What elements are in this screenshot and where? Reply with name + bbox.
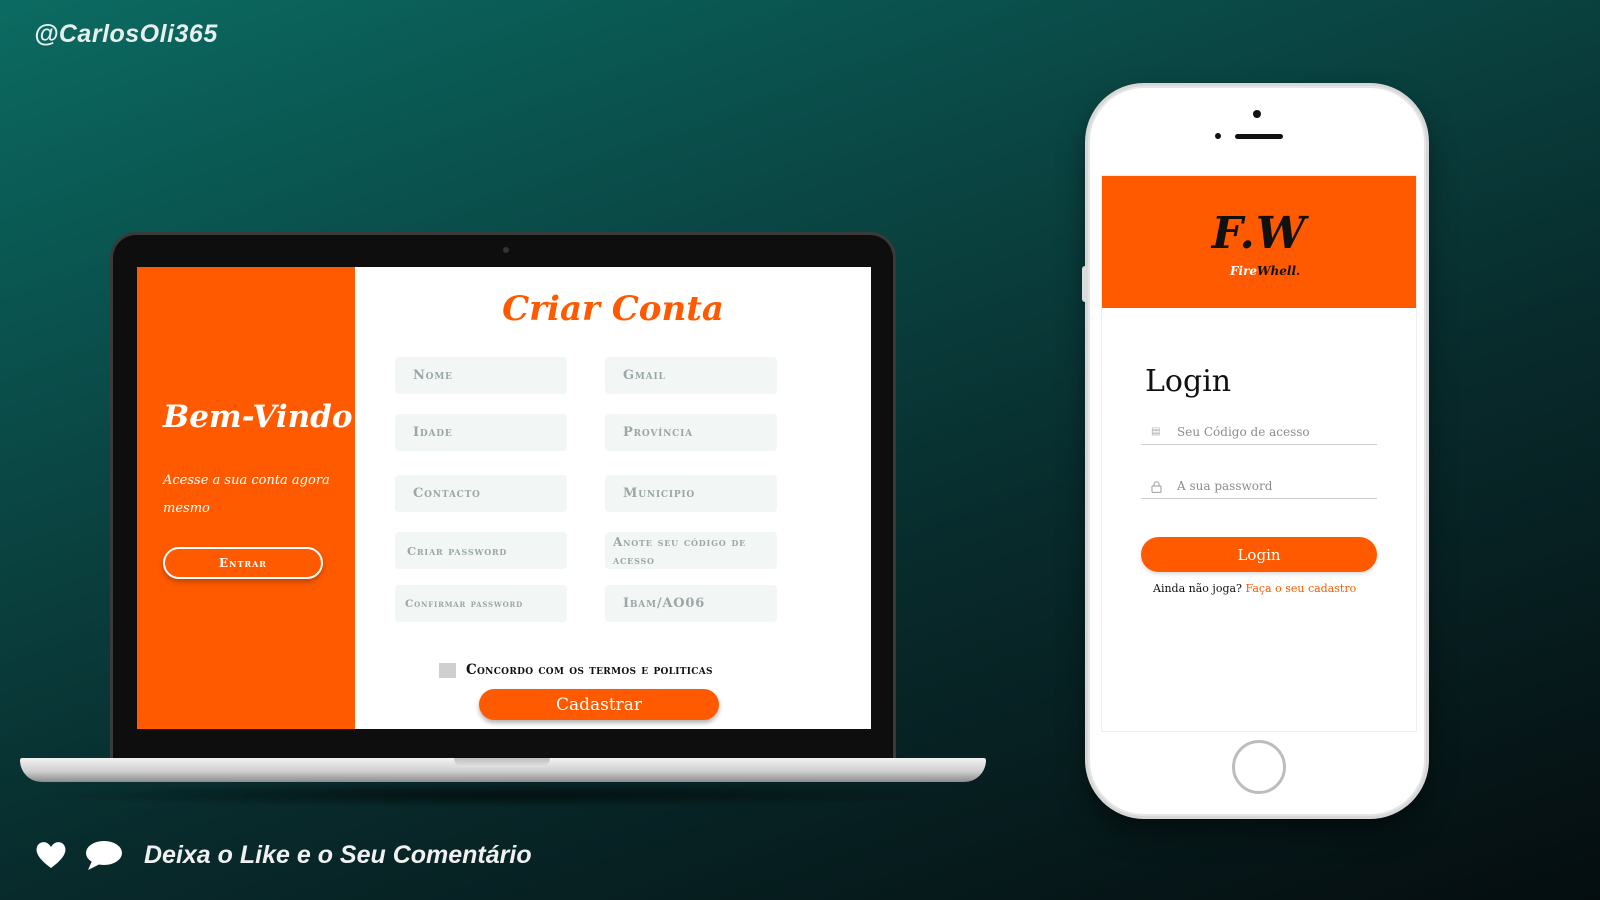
- phone-side-button: [1082, 266, 1088, 302]
- heart-icon: [36, 842, 66, 868]
- confirm-password-field[interactable]: Confirmar password: [395, 585, 567, 622]
- form-title: Criar Conta: [502, 289, 724, 329]
- welcome-title: Bem-Vindo: [163, 399, 353, 435]
- gmail-field[interactable]: Gmail: [605, 357, 777, 394]
- terms-row: Concordo com os termos e politicas: [439, 662, 713, 678]
- iban-field[interactable]: Ibam/AO06: [605, 585, 777, 622]
- access-code-input[interactable]: ▤ Seu Código de acesso: [1141, 419, 1377, 445]
- phone-camera: [1253, 110, 1261, 118]
- password-input[interactable]: A sua password: [1141, 473, 1377, 499]
- terms-checkbox[interactable]: [439, 662, 456, 678]
- register-prompt: Ainda não joga? Faça o seu cadastro: [1153, 582, 1356, 595]
- age-field[interactable]: Idade: [395, 414, 567, 451]
- contact-field[interactable]: Contacto: [395, 475, 567, 512]
- welcome-subtitle: Acesse a sua conta agora mesmo: [163, 473, 330, 516]
- create-password-field[interactable]: Criar password: [395, 532, 567, 569]
- logo-sub-fire: Fire: [1230, 264, 1258, 278]
- login-page: F.W FireWhell. Login ▤ Seu Código de ace…: [1101, 175, 1417, 732]
- access-code-placeholder: Seu Código de acesso: [1177, 424, 1310, 439]
- laptop-camera: [503, 247, 509, 253]
- footer: Deixa o Like e o Seu Comentário: [34, 838, 532, 872]
- keyboard-icon: ▤: [1151, 425, 1161, 437]
- comment-icon: [86, 841, 122, 870]
- register-question: Ainda não joga?: [1153, 582, 1242, 595]
- municipality-field[interactable]: Municipio: [605, 475, 777, 512]
- phone-mockup: F.W FireWhell. Login ▤ Seu Código de ace…: [1082, 86, 1426, 816]
- login-button[interactable]: Login: [1141, 537, 1377, 572]
- home-button[interactable]: [1232, 740, 1286, 794]
- phone-sensor: [1215, 133, 1221, 139]
- province-field[interactable]: Província: [605, 414, 777, 451]
- lock-icon: [1151, 480, 1163, 493]
- login-title: Login: [1145, 364, 1232, 399]
- phone-speaker: [1235, 134, 1283, 139]
- app-header: F.W FireWhell.: [1102, 176, 1416, 308]
- app-logo: F.W: [1211, 208, 1307, 259]
- footer-text: Deixa o Like e o Seu Comentário: [144, 840, 532, 869]
- laptop-base: [20, 758, 986, 782]
- name-field[interactable]: Nome: [395, 357, 567, 394]
- laptop-shadow: [30, 782, 976, 808]
- access-code-field[interactable]: Anote seu código de acesso: [605, 532, 777, 569]
- welcome-panel: Bem-Vindo Acesse a sua conta agora mesmo…: [137, 267, 355, 729]
- app-logo-subtitle: FireWhell.: [1230, 264, 1300, 278]
- laptop-notch: [454, 758, 550, 767]
- signup-page: Bem-Vindo Acesse a sua conta agora mesmo…: [137, 267, 871, 729]
- terms-label: Concordo com os termos e politicas: [466, 662, 713, 678]
- register-link[interactable]: Faça o seu cadastro: [1245, 582, 1356, 595]
- enter-button[interactable]: Entrar: [163, 547, 323, 579]
- password-placeholder: A sua password: [1177, 478, 1273, 493]
- logo-sub-whell: Whell.: [1257, 264, 1301, 278]
- register-button[interactable]: Cadastrar: [479, 689, 719, 720]
- laptop-mockup: Bem-Vindo Acesse a sua conta agora mesmo…: [110, 232, 896, 762]
- author-handle: @CarlosOli365: [34, 20, 218, 48]
